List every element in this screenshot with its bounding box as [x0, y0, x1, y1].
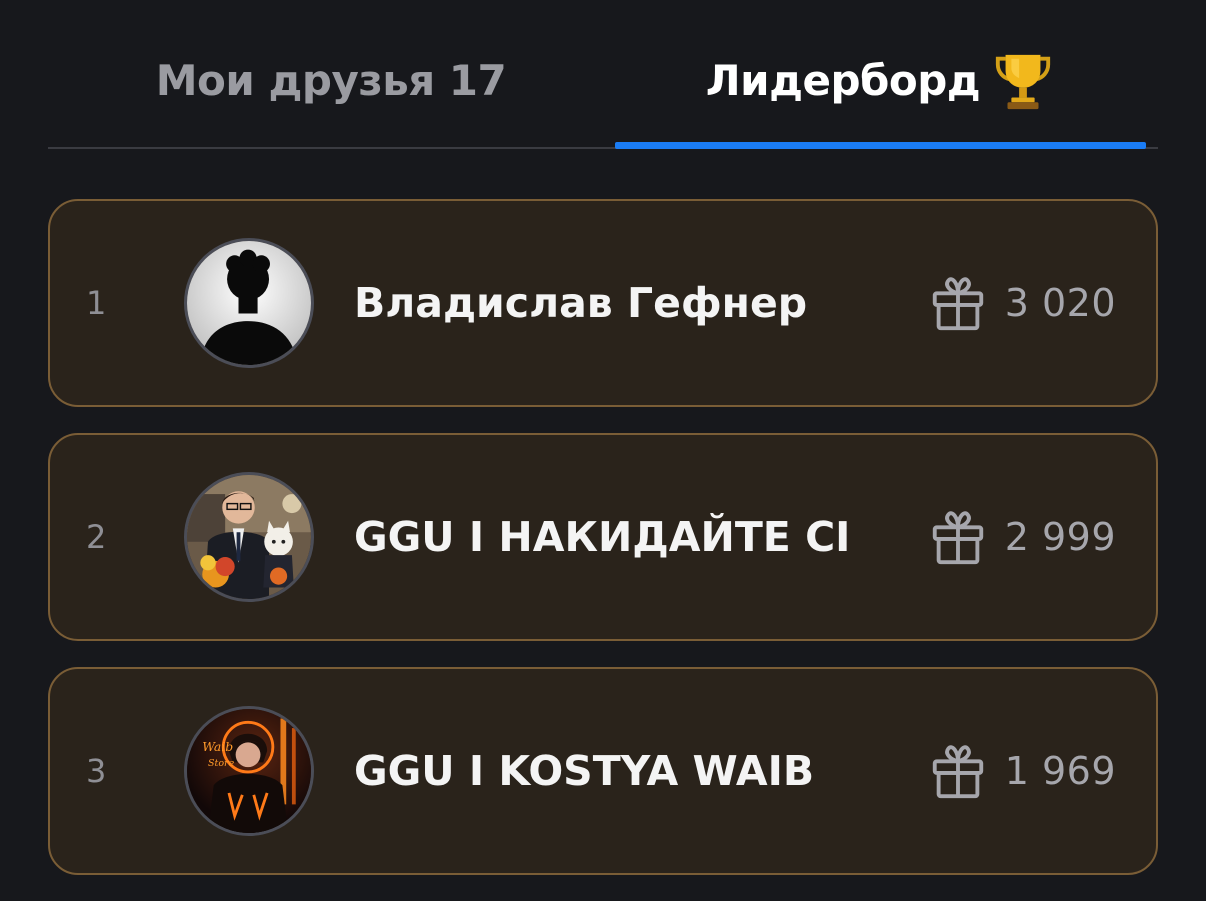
user-name: GGU I НАКИДАЙТЕ СІ — [354, 513, 851, 561]
photo-avatar: Waib Store — [184, 706, 314, 836]
user-name: GGU I KOSTYA WAIB — [354, 747, 815, 795]
leaderboard-row[interactable]: 1 Владислав Гефнер 3 020 — [48, 199, 1158, 407]
gift-counter: 2 999 — [927, 435, 1116, 639]
tab-bar: Мои друзья 17 Лидерборд — [48, 0, 1158, 150]
gift-icon — [932, 277, 983, 331]
gift-icon — [932, 745, 983, 799]
gift-count: 2 999 — [1004, 515, 1116, 559]
leaderboard-row[interactable]: 2 GGU I НАКИДАЙТЕ СІ 2 999 — [48, 433, 1158, 641]
rank-number: 1 — [86, 284, 107, 322]
gift-counter: 1 969 — [927, 669, 1116, 873]
leaderboard-list: 1 Владислав Гефнер 3 020 2 GGU I НАКИДАЙ… — [48, 199, 1158, 901]
tab-my-friends-count: 17 — [448, 55, 507, 105]
gift-count: 1 969 — [1004, 749, 1116, 793]
rank-number: 2 — [86, 518, 107, 556]
svg-text:Waib: Waib — [202, 739, 233, 754]
rank-number: 3 — [86, 752, 107, 790]
user-name: Владислав Гефнер — [354, 279, 808, 327]
tab-my-friends[interactable]: Мои друзья 17 — [48, 50, 614, 110]
svg-text:Store: Store — [208, 758, 235, 769]
gift-count: 3 020 — [1004, 281, 1116, 325]
trophy-icon — [992, 49, 1054, 111]
gift-icon — [932, 511, 983, 565]
leaderboard-row[interactable]: 3 Waib Store GGU I KOSTYA WAIB 1 969 — [48, 667, 1158, 875]
tab-leaderboard-label: Лидерборд — [705, 55, 981, 105]
silhouette-avatar — [184, 238, 314, 368]
active-tab-indicator — [615, 142, 1146, 149]
tab-leaderboard[interactable]: Лидерборд — [614, 50, 1146, 110]
photo-avatar — [184, 472, 314, 602]
tab-my-friends-label: Мои друзья — [155, 55, 436, 105]
gift-counter: 3 020 — [927, 201, 1116, 405]
